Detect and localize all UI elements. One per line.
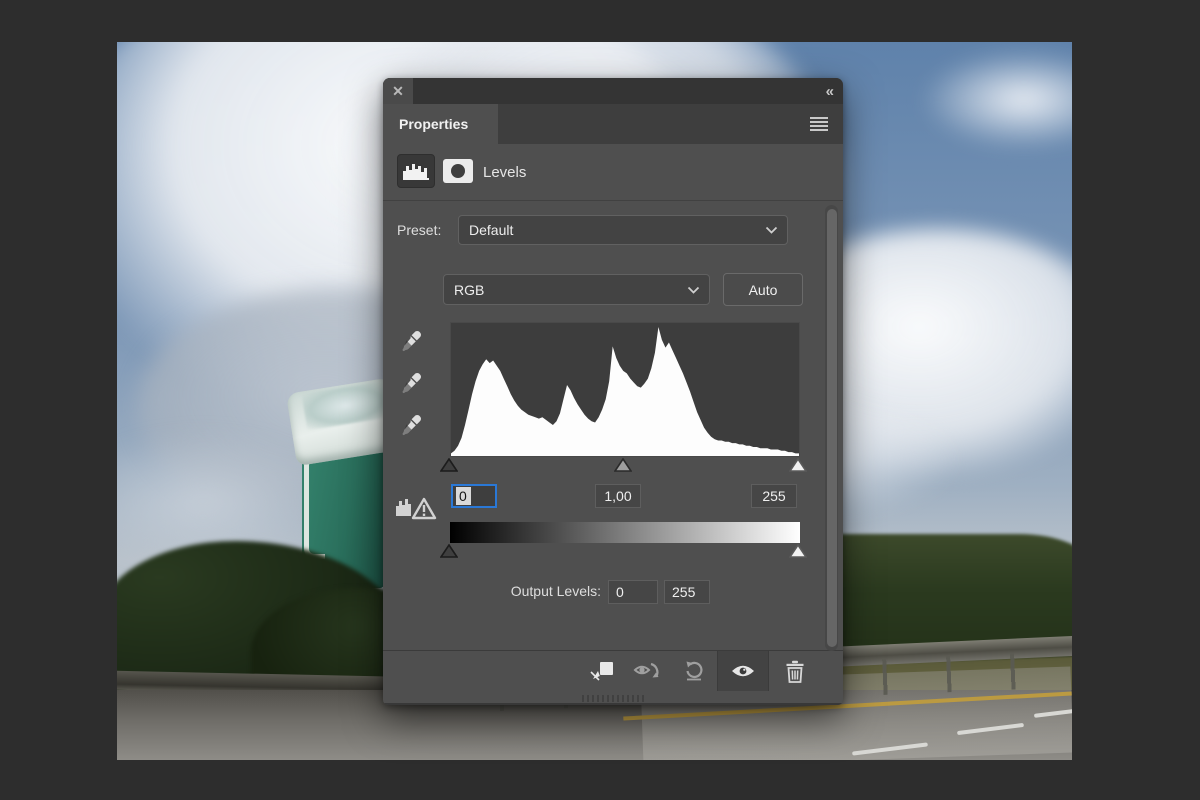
visibility-eye-icon [730, 663, 756, 679]
panel-scrollbar[interactable] [825, 205, 838, 651]
panel-menu-icon [809, 116, 829, 132]
levels-histogram[interactable] [450, 322, 800, 457]
white-point-eyedropper-button[interactable] [398, 412, 424, 438]
view-previous-state-button[interactable] [625, 651, 671, 691]
input-shadows-slider[interactable] [440, 458, 458, 472]
preset-label: Preset: [397, 222, 441, 238]
eyedropper-icon [398, 412, 424, 438]
cloud [919, 49, 1072, 150]
input-black-field[interactable]: 0 [451, 484, 497, 508]
close-panel-button[interactable]: ✕ [383, 78, 413, 104]
output-white-field[interactable]: 255 [664, 580, 710, 604]
adjustment-title-text: Levels [483, 164, 526, 181]
clip-to-layer-icon [589, 660, 615, 682]
output-black-value: 0 [616, 584, 624, 600]
collapse-to-icons-button[interactable]: « [826, 78, 833, 104]
properties-panel: ✕ « Properties [383, 78, 843, 705]
tab-properties[interactable]: Properties [383, 104, 498, 144]
layer-mask-icon [451, 164, 465, 178]
input-white-field[interactable]: 255 [751, 484, 797, 508]
input-highlights-slider[interactable] [789, 458, 807, 472]
histogram-shape [451, 327, 799, 456]
white-value: 255 [762, 488, 785, 504]
input-gamma-field[interactable]: 1,00 [595, 484, 641, 508]
gray-point-eyedropper-button[interactable] [398, 370, 424, 396]
output-levels-label: Output Levels: [383, 583, 601, 599]
cooler-handle [304, 455, 325, 559]
channel-value: RGB [454, 282, 484, 298]
histogram-refresh-warning-icon [395, 492, 437, 520]
eyedropper-icon [398, 328, 424, 354]
channel-dropdown[interactable]: RGB [443, 274, 710, 305]
tab-label: Properties [399, 116, 468, 132]
black-point-eyedropper-button[interactable] [398, 328, 424, 354]
eyedropper-icon [398, 370, 424, 396]
panel-titlebar: ✕ « [383, 78, 843, 104]
refresh-histogram-button[interactable] [395, 492, 437, 525]
panel-menu-button[interactable] [809, 116, 829, 137]
chevron-down-icon [687, 285, 700, 294]
output-white-slider[interactable] [789, 544, 807, 558]
output-black-slider[interactable] [440, 544, 458, 558]
panel-edge [383, 703, 843, 705]
close-icon: ✕ [392, 83, 404, 100]
output-gradient-bar[interactable] [450, 522, 800, 543]
toggle-visibility-button[interactable] [717, 651, 769, 691]
collapse-panel-icon: « [826, 83, 833, 100]
delete-trash-icon [785, 660, 805, 683]
panel-resize-grip[interactable] [582, 695, 644, 702]
histogram-chart [451, 323, 799, 456]
panel-footer-toolbar [383, 650, 843, 691]
levels-adjustment-button[interactable] [397, 154, 435, 188]
gamma-value: 1,00 [604, 488, 631, 504]
output-black-field[interactable]: 0 [608, 580, 658, 604]
panel-tab-row: Properties [383, 104, 843, 144]
view-previous-state-icon [633, 661, 663, 681]
delete-adjustment-button[interactable] [769, 651, 821, 691]
reset-adjustment-button[interactable] [671, 651, 717, 691]
layer-mask-thumbnail[interactable] [443, 159, 473, 183]
preset-value: Default [469, 222, 513, 238]
adjustment-title: Levels [483, 144, 526, 200]
auto-button-label: Auto [749, 282, 778, 298]
clip-to-layer-button[interactable] [579, 651, 625, 691]
selected-text: 0 [456, 487, 471, 505]
levels-histogram-icon [402, 162, 430, 182]
auto-button[interactable]: Auto [723, 273, 803, 306]
photoshop-workspace: ✕ « Properties [0, 0, 1200, 800]
scrollbar-thumb[interactable] [827, 209, 837, 647]
chevron-down-icon [765, 226, 778, 235]
divider [383, 200, 843, 201]
output-white-value: 255 [672, 584, 695, 600]
adjustment-header: Levels [383, 144, 843, 200]
preset-dropdown[interactable]: Default [458, 215, 788, 245]
input-midtones-slider[interactable] [614, 458, 632, 472]
reset-icon [683, 660, 705, 682]
